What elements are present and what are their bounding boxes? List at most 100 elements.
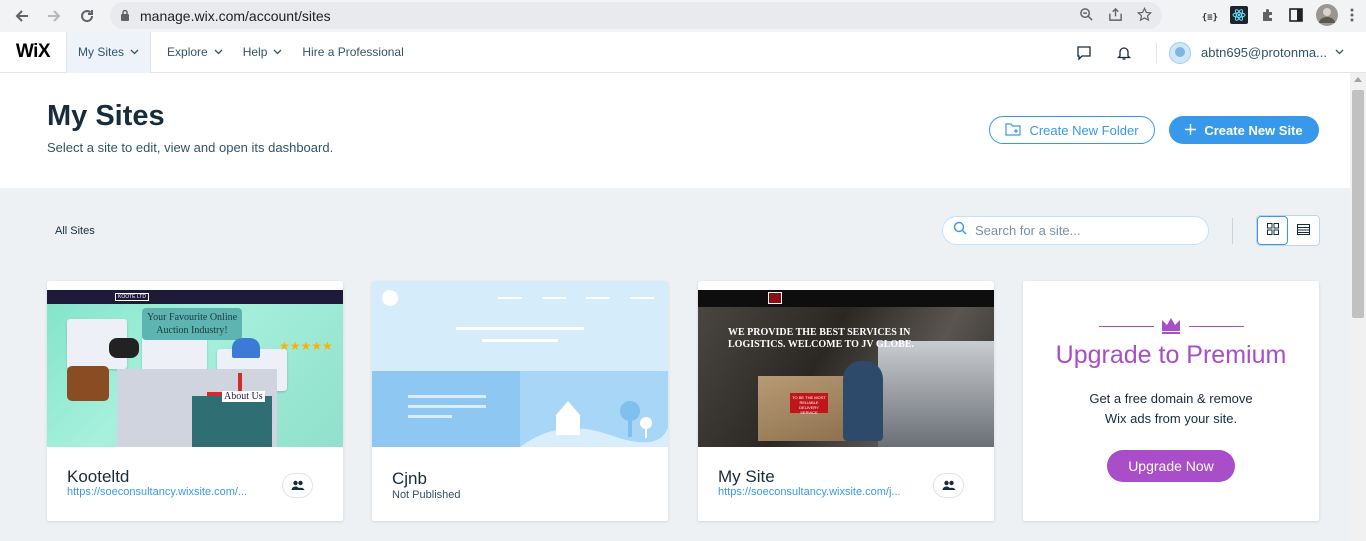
nav-explore[interactable]: Explore xyxy=(157,32,233,73)
plus-icon xyxy=(1185,123,1197,138)
list-view-button[interactable] xyxy=(1288,216,1319,245)
thumb-nav-dash xyxy=(630,297,654,299)
bookmark-star-icon[interactable] xyxy=(1136,6,1153,25)
wix-top-nav: WiX My Sites Explore Help Hire a Profess… xyxy=(0,31,1366,73)
view-toggle xyxy=(1256,215,1320,246)
scrollbar-thumb[interactable] xyxy=(1352,90,1364,318)
premium-description: Get a free domain & remove Wix ads from … xyxy=(1023,389,1319,429)
browser-menu-icon[interactable] xyxy=(1350,8,1354,27)
create-new-folder-button[interactable]: Create New Folder xyxy=(989,116,1155,144)
account-email: abtn695@protonma... xyxy=(1201,45,1327,60)
upgrade-now-button[interactable]: Upgrade Now xyxy=(1107,450,1235,482)
thumb-heading-line xyxy=(456,327,584,330)
create-new-site-button[interactable]: Create New Site xyxy=(1169,116,1319,144)
rating-stars: ★★★★★ xyxy=(279,339,333,353)
gamepad-icon xyxy=(109,338,139,358)
thumb-about-box xyxy=(192,396,272,447)
chevron-down-icon xyxy=(1335,48,1344,57)
json-extension-icon[interactable]: {≡} xyxy=(1202,13,1218,23)
all-sites-label[interactable]: All Sites xyxy=(55,225,95,237)
thumb-image-block xyxy=(520,371,668,447)
nav-help[interactable]: Help xyxy=(233,32,293,73)
account-avatar xyxy=(1169,41,1192,64)
site-card-kooteltd[interactable]: KOOTE LTD Your Favourite Online Auction … xyxy=(47,281,343,521)
account-menu[interactable]: abtn695@protonma... xyxy=(1169,41,1366,64)
thumb-top-strip xyxy=(698,281,994,290)
search-input[interactable] xyxy=(975,223,1195,238)
site-thumbnail[interactable] xyxy=(372,281,668,447)
page-subtitle: Select a site to edit, view and open its… xyxy=(47,140,334,155)
thumb-brand: KOOTE LTD xyxy=(115,293,149,301)
site-url-link[interactable]: https://soeconsultancy.wixsite.com/... xyxy=(67,486,267,498)
cap-icon xyxy=(232,338,260,358)
site-thumbnail[interactable]: WE PROVIDE THE BEST SERVICES IN LOGISTIC… xyxy=(698,281,994,447)
site-name[interactable]: Kooteltd xyxy=(67,467,129,487)
thumb-text-line xyxy=(408,395,486,398)
thumb-nav-dash xyxy=(498,297,522,299)
site-card-my-site[interactable]: WE PROVIDE THE BEST SERVICES IN LOGISTIC… xyxy=(698,281,994,521)
zoom-icon[interactable] xyxy=(1079,7,1094,25)
site-thumbnail[interactable]: KOOTE LTD Your Favourite Online Auction … xyxy=(47,281,343,447)
reload-icon[interactable] xyxy=(76,5,98,27)
thumb-window xyxy=(142,336,207,371)
share-icon[interactable] xyxy=(1108,7,1123,25)
create-new-site-label: Create New Site xyxy=(1204,122,1303,138)
chat-icon[interactable] xyxy=(1064,32,1104,73)
address-bar[interactable]: manage.wix.com/account/sites xyxy=(110,2,1162,29)
folder-plus-icon xyxy=(1005,122,1022,139)
side-panel-icon[interactable] xyxy=(1288,7,1304,28)
collaborators-button[interactable] xyxy=(933,473,964,498)
browser-toolbar: manage.wix.com/account/sites {≡} xyxy=(0,0,1366,32)
nav-hire-professional[interactable]: Hire a Professional xyxy=(292,32,413,73)
chevron-down-icon xyxy=(273,48,282,57)
collaborators-button[interactable] xyxy=(282,473,313,498)
thumb-text-line xyxy=(408,415,452,418)
thumb-subheading-line xyxy=(482,339,558,342)
grid-icon xyxy=(1266,222,1279,240)
crown-icon xyxy=(1161,317,1181,339)
extensions-puzzle-icon[interactable] xyxy=(1260,7,1276,28)
nav-label: Help xyxy=(242,45,268,59)
thumb-landscape-illustration xyxy=(520,401,668,447)
site-card-cjnb[interactable]: Cjnb Not Published xyxy=(372,281,668,521)
grid-view-button[interactable] xyxy=(1257,216,1289,245)
page-title: My Sites xyxy=(47,100,165,132)
premium-divider xyxy=(1189,326,1244,327)
people-icon xyxy=(942,477,956,495)
nav-label: Explore xyxy=(167,45,208,59)
nav-label: Hire a Professional xyxy=(302,45,404,59)
scroll-up-arrow-icon[interactable] xyxy=(1354,77,1362,82)
back-icon[interactable] xyxy=(11,5,33,27)
thumb-about-title: About Us xyxy=(222,391,265,402)
thumb-top-strip xyxy=(47,281,343,290)
nav-divider xyxy=(1156,42,1158,63)
create-new-folder-label: Create New Folder xyxy=(1029,122,1139,138)
profile-avatar-icon[interactable] xyxy=(1316,4,1338,31)
chevron-down-icon xyxy=(214,48,223,57)
premium-divider xyxy=(1099,326,1154,327)
thumb-navbar: KOOTE LTD xyxy=(47,290,343,304)
list-icon xyxy=(1297,222,1311,240)
site-search-box[interactable] xyxy=(942,216,1209,245)
people-icon xyxy=(291,477,305,495)
site-name[interactable]: Cjnb xyxy=(392,469,427,489)
nav-my-sites[interactable]: My Sites xyxy=(67,31,152,73)
site-name[interactable]: My Site xyxy=(718,467,775,487)
wix-logo[interactable]: WiX xyxy=(0,31,67,73)
premium-line-1: Get a free domain & remove xyxy=(1089,391,1253,406)
thumb-person xyxy=(843,361,883,441)
react-devtools-icon[interactable] xyxy=(1230,6,1248,29)
url-text: manage.wix.com/account/sites xyxy=(140,7,331,24)
nav-label: My Sites xyxy=(78,45,125,59)
lock-icon xyxy=(120,8,130,24)
thumb-red-badge: TO BE THE MOST RELIABLE DELIVERY SERVICE xyxy=(790,393,828,415)
premium-title: Upgrade to Premium xyxy=(1055,341,1287,369)
thumb-logo-placeholder xyxy=(382,290,398,306)
forward-icon[interactable] xyxy=(43,5,65,27)
thumb-navbar xyxy=(698,290,994,307)
site-url-link[interactable]: https://soeconsultancy.wixsite.com/j... xyxy=(718,486,918,498)
search-icon xyxy=(953,221,967,240)
thumb-nav-dash xyxy=(542,297,566,299)
premium-line-2: Wix ads from your site. xyxy=(1104,411,1238,426)
notifications-bell-icon[interactable] xyxy=(1104,32,1144,73)
